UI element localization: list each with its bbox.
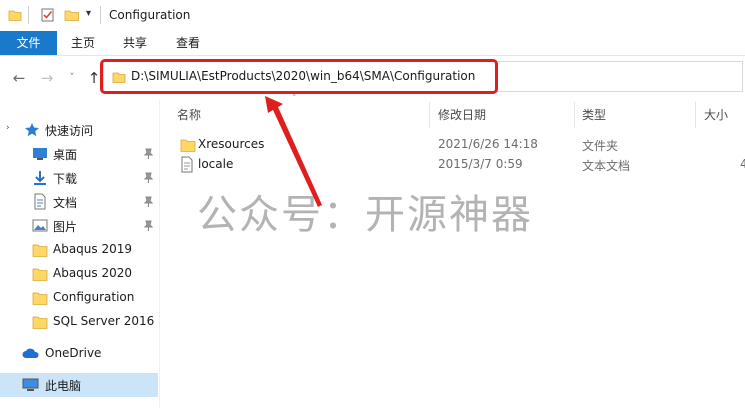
watermark-text: 公众号：开源神器	[197, 192, 533, 238]
pin-icon[interactable]	[142, 195, 154, 207]
file-modified: 2021/6/26 14:18	[438, 137, 538, 151]
folder-icon	[8, 10, 22, 21]
document-icon	[34, 193, 46, 210]
properties-icon[interactable]	[40, 7, 56, 23]
sidebar-item-label: 快速访问	[45, 124, 94, 138]
back-button[interactable]: ←	[9, 68, 29, 88]
address-highlight-box	[100, 59, 498, 94]
sidebar-item-sql-server-2016[interactable]: SQL Server 2016	[0, 310, 158, 334]
sidebar-item-this-pc[interactable]: 此电脑	[0, 373, 158, 397]
chevron-right-icon[interactable]: ›	[6, 123, 10, 133]
sidebar-item-label: Configuration	[53, 290, 135, 304]
tab-view[interactable]: 查看	[171, 31, 205, 55]
sidebar-item-desktop[interactable]: 桌面	[0, 142, 158, 166]
file-name[interactable]: Xresources	[198, 137, 264, 151]
sidebar-item-pictures[interactable]: 图片	[0, 214, 158, 238]
download-icon	[34, 171, 46, 185]
column-header-name[interactable]: 名称	[177, 106, 201, 123]
folder-icon	[32, 244, 48, 257]
folder-icon	[32, 316, 48, 329]
desktop-icon	[33, 148, 47, 160]
ribbon: 文件 主页 共享 查看	[0, 31, 745, 56]
sidebar-item-downloads[interactable]: 下载	[0, 166, 158, 190]
sidebar-item-documents[interactable]: 文档	[0, 190, 158, 214]
column-separator[interactable]	[429, 102, 430, 128]
sidebar-item-label: 文档	[53, 196, 78, 210]
sort-up-icon: ˄	[292, 94, 297, 104]
file-size: 4	[740, 157, 745, 171]
divider	[100, 6, 101, 24]
sidebar-item-label: 下载	[53, 172, 78, 186]
file-type: 文本文档	[582, 159, 631, 173]
title-bar: ▾ Configuration	[0, 0, 745, 31]
pin-icon[interactable]	[142, 171, 154, 183]
new-folder-icon[interactable]	[64, 7, 80, 23]
folder-icon	[180, 139, 196, 152]
forward-button[interactable]: →	[37, 68, 57, 88]
sidebar-item-label: OneDrive	[45, 346, 102, 360]
file-modified: 2015/3/7 0:59	[438, 157, 523, 171]
column-header-size[interactable]: 大小	[704, 106, 728, 123]
sidebar-item-quick-access[interactable]: › 快速访问	[0, 118, 158, 142]
column-separator[interactable]	[695, 102, 696, 128]
cloud-icon	[22, 348, 39, 358]
picture-icon	[32, 219, 48, 232]
table-row[interactable]: Xresources 2021/6/26 14:18 文件夹	[170, 134, 745, 156]
sidebar-item-label: 桌面	[53, 148, 78, 162]
star-icon	[25, 123, 39, 137]
divider	[28, 6, 29, 24]
sidebar-item-label: 图片	[53, 220, 78, 234]
table-row[interactable]: locale 2015/3/7 0:59 文本文档 4	[170, 154, 745, 176]
folder-icon	[32, 268, 48, 281]
column-separator[interactable]	[574, 102, 575, 128]
navigation-pane: › 快速访问 桌面 下载 文档 图片 Abaqus 2019 Abaqus 20…	[0, 100, 158, 408]
text-file-icon	[181, 156, 193, 173]
recent-locations-button[interactable]: ˅	[62, 68, 82, 88]
tab-share[interactable]: 共享	[118, 31, 152, 55]
file-name[interactable]: locale	[198, 157, 233, 171]
pin-icon[interactable]	[142, 147, 154, 159]
sidebar-item-label: SQL Server 2016	[53, 314, 155, 328]
sidebar-item-label: 此电脑	[45, 379, 82, 393]
tab-home[interactable]: 主页	[66, 31, 100, 55]
window-title: Configuration	[109, 8, 191, 22]
pin-icon[interactable]	[142, 219, 154, 231]
sidebar-item-configuration[interactable]: Configuration	[0, 286, 158, 310]
sidebar-item-abaqus-2020[interactable]: Abaqus 2020	[0, 262, 158, 286]
sidebar-item-label: Abaqus 2020	[53, 266, 133, 280]
sidebar-item-onedrive[interactable]: OneDrive	[0, 342, 158, 366]
file-type: 文件夹	[582, 139, 619, 153]
column-header-modified[interactable]: 修改日期	[438, 106, 486, 123]
sidebar-item-label: Abaqus 2019	[53, 242, 133, 256]
folder-icon	[32, 292, 48, 305]
sidebar-item-abaqus-2019[interactable]: Abaqus 2019	[0, 238, 158, 262]
pane-divider	[159, 100, 160, 408]
tab-file[interactable]: 文件	[0, 31, 57, 55]
qat-dropdown[interactable]: ▾	[86, 8, 91, 19]
column-header-type[interactable]: 类型	[582, 106, 606, 123]
computer-icon	[22, 378, 39, 391]
